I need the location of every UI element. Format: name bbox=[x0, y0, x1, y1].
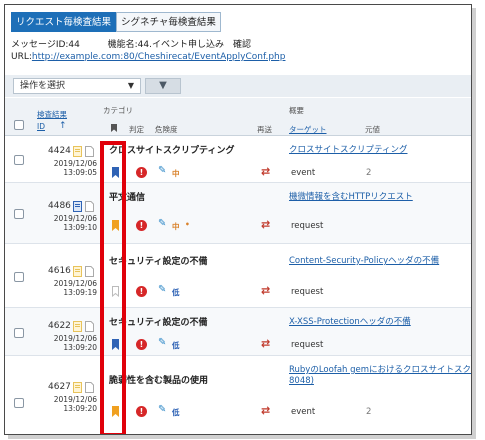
table-row[interactable]: 4627 2019/12/06 13:09:20 脆弱性を含む製品の使用 Ruby… bbox=[5, 356, 471, 434]
header-category: カテゴリ bbox=[103, 106, 133, 115]
resend-icon[interactable]: ⇄ bbox=[261, 284, 270, 297]
page-icon bbox=[85, 266, 94, 277]
row-id: 4616 bbox=[48, 266, 71, 276]
overview-link[interactable]: クロスサイトスクリプティング bbox=[289, 143, 408, 155]
target-value: request bbox=[291, 287, 324, 297]
severity-label: 低 bbox=[172, 341, 180, 350]
header-id-sort[interactable]: ID bbox=[37, 122, 45, 131]
pencil-icon[interactable]: ✎ bbox=[158, 337, 166, 348]
tab-signature-results[interactable]: シグネチャ毎検査結果 bbox=[116, 12, 221, 32]
page-icon bbox=[85, 321, 94, 332]
document-icon[interactable] bbox=[73, 382, 82, 393]
row-checkbox[interactable] bbox=[14, 155, 24, 165]
target-value: request bbox=[291, 221, 324, 231]
row-id: 4627 bbox=[48, 382, 71, 392]
resend-icon[interactable]: ⇄ bbox=[261, 165, 270, 178]
header-severity: 危険度 bbox=[155, 125, 178, 134]
flag-column-icon bbox=[111, 124, 117, 132]
source-value: 2 bbox=[366, 407, 372, 417]
table-header: 検査結果 ID ↑ カテゴリ 判定 危険度 再送 概要 ターゲット 元値 bbox=[5, 98, 471, 136]
page-icon bbox=[85, 146, 94, 157]
document-icon[interactable] bbox=[73, 321, 82, 332]
row-timestamp: 2019/12/06 13:09:10 bbox=[53, 214, 97, 232]
row-timestamp: 2019/12/06 13:09:19 bbox=[53, 279, 97, 297]
header-target[interactable]: ターゲット bbox=[289, 124, 327, 135]
pencil-icon[interactable]: ✎ bbox=[158, 218, 166, 229]
table-row[interactable]: 4486 2019/12/06 13:09:10 平文通信 機微情報を含むHTTP… bbox=[5, 183, 471, 244]
message-info: メッセージID:44 機能名:44.イベント申し込み 確認 URL:http:/… bbox=[11, 39, 285, 63]
row-id: 4424 bbox=[48, 146, 71, 156]
table-row[interactable]: 4616 2019/12/06 13:09:19 セキュリティ設定の不備 Cont… bbox=[5, 244, 471, 308]
warning-icon: ! bbox=[136, 406, 147, 417]
row-id: 4622 bbox=[48, 321, 71, 331]
table-row[interactable]: 4424 2019/12/06 13:09:05 クロスサイトスクリプティング ク… bbox=[5, 137, 471, 183]
select-all-checkbox[interactable] bbox=[14, 120, 24, 130]
row-checkbox[interactable] bbox=[14, 328, 24, 338]
document-icon[interactable] bbox=[73, 201, 82, 212]
severity-label: 低 bbox=[172, 288, 180, 297]
pencil-icon[interactable]: ✎ bbox=[158, 165, 166, 176]
header-overview: 概要 bbox=[289, 106, 304, 115]
warning-icon: ! bbox=[136, 220, 147, 231]
row-id: 4486 bbox=[48, 201, 71, 211]
row-timestamp: 2019/12/06 13:09:20 bbox=[53, 395, 97, 413]
severity-label: 中 bbox=[172, 222, 180, 231]
target-value: event bbox=[291, 407, 316, 417]
inspection-window: リクエスト毎検査結果 シグネチャ毎検査結果 メッセージID:44 機能名:44.… bbox=[4, 4, 472, 435]
pencil-icon[interactable]: ✎ bbox=[158, 404, 166, 415]
tab-request-results[interactable]: リクエスト毎検査結果 bbox=[11, 12, 117, 32]
vulnerability-title: クロスサイトスクリプティング bbox=[109, 146, 235, 156]
warning-icon: ! bbox=[136, 286, 147, 297]
row-checkbox[interactable] bbox=[14, 398, 24, 408]
action-toolbar: 操作を選択 ▼ ▼ bbox=[5, 75, 471, 97]
document-icon[interactable] bbox=[73, 146, 82, 157]
page-icon bbox=[85, 382, 94, 393]
url-label: URL: bbox=[11, 52, 32, 62]
page-icon bbox=[85, 201, 94, 212]
message-id: メッセージID:44 bbox=[11, 40, 80, 50]
document-icon[interactable] bbox=[73, 266, 82, 277]
filter-icon: ▼ bbox=[159, 80, 167, 91]
severity-label: 中 bbox=[172, 169, 180, 178]
target-value: request bbox=[291, 340, 324, 350]
warning-icon: ! bbox=[136, 167, 147, 178]
target-url-link[interactable]: http://example.com:80/Cheshirecat/EventA… bbox=[32, 52, 286, 62]
filter-button[interactable]: ▼ bbox=[145, 78, 181, 94]
overview-link[interactable]: Content-Security-Policyヘッダの不備 bbox=[289, 254, 439, 266]
highlight-box bbox=[100, 141, 126, 434]
overview-link[interactable]: RubyのLoofah gemにおけるクロスサイトスクリ bbox=[289, 363, 471, 375]
header-resend: 再送 bbox=[257, 125, 272, 134]
operation-select[interactable]: 操作を選択 ▼ bbox=[13, 78, 141, 94]
row-timestamp: 2019/12/06 13:09:05 bbox=[53, 159, 97, 177]
target-value: event bbox=[291, 168, 316, 178]
warning-icon: ! bbox=[136, 339, 147, 350]
function-name: 機能名:44.イベント申し込み 確認 bbox=[107, 40, 251, 50]
table-row[interactable]: 4622 2019/12/06 13:09:20 セキュリティ設定の不備 X-XS… bbox=[5, 308, 471, 356]
operation-select-value: 操作を選択 bbox=[20, 81, 66, 91]
result-tabs: リクエスト毎検査結果 シグネチャ毎検査結果 bbox=[11, 12, 221, 32]
overview-link[interactable]: X-XSS-Protectionヘッダの不備 bbox=[289, 315, 411, 327]
header-judge: 判定 bbox=[129, 125, 144, 134]
severity-label: 低 bbox=[172, 408, 180, 417]
row-checkbox[interactable] bbox=[14, 272, 24, 282]
resend-icon[interactable]: ⇄ bbox=[261, 218, 270, 231]
overview-link-continued[interactable]: 8048) bbox=[289, 376, 314, 386]
resend-icon[interactable]: ⇄ bbox=[261, 337, 270, 350]
source-value: 2 bbox=[366, 168, 372, 178]
pencil-icon[interactable]: ✎ bbox=[158, 284, 166, 295]
sort-arrow-icon: ↑ bbox=[59, 121, 67, 131]
header-source: 元値 bbox=[365, 125, 380, 134]
row-timestamp: 2019/12/06 13:09:20 bbox=[53, 334, 97, 352]
chevron-down-icon: ▼ bbox=[127, 81, 134, 90]
row-checkbox[interactable] bbox=[14, 209, 24, 219]
overview-link[interactable]: 機微情報を含むHTTPリクエスト bbox=[289, 190, 413, 202]
resend-icon[interactable]: ⇄ bbox=[261, 404, 270, 417]
note-dot-icon: • bbox=[185, 220, 190, 229]
header-inspection-result[interactable]: 検査結果 bbox=[37, 109, 67, 120]
